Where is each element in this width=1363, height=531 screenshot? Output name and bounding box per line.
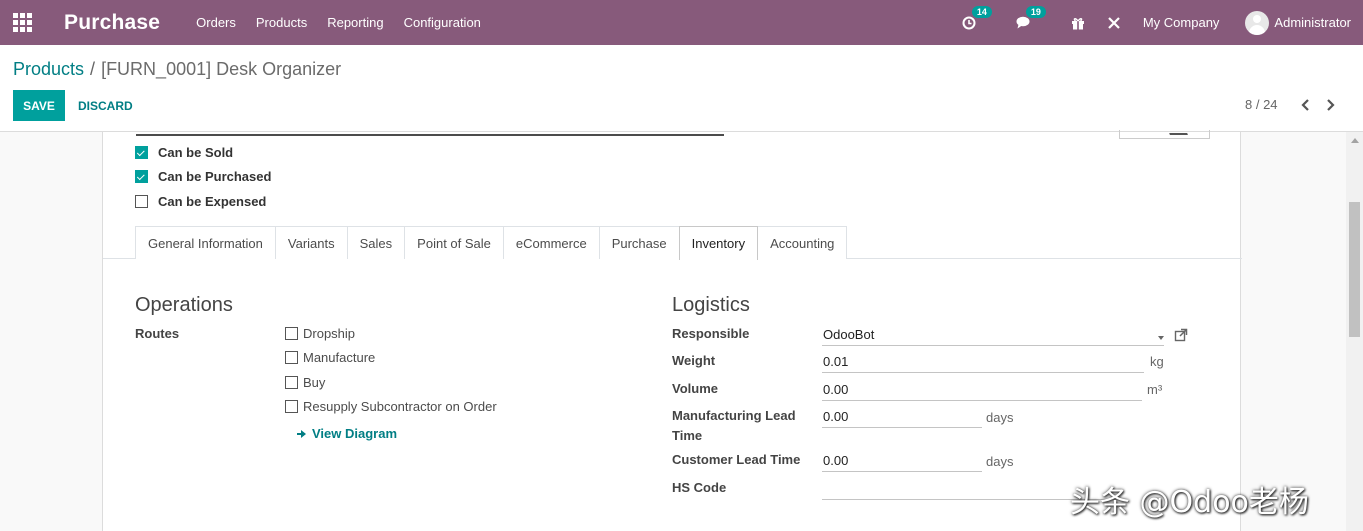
route-manufacture-label: Manufacture	[303, 350, 376, 365]
logistics-title: Logistics	[672, 294, 750, 316]
apps-grid-icon[interactable]	[0, 0, 44, 45]
menu-reporting[interactable]: Reporting	[327, 15, 383, 30]
external-link-icon[interactable]	[1174, 328, 1188, 342]
can-be-expensed-checkbox[interactable]	[135, 195, 148, 208]
volume-label: Volume	[672, 381, 718, 396]
main-menu: Orders Products Reporting Configuration	[196, 15, 501, 30]
tab-inventory[interactable]: Inventory	[678, 226, 759, 260]
view-diagram-label: View Diagram	[312, 426, 398, 441]
route-resupply-subcontractor-checkbox[interactable]	[285, 400, 298, 413]
breadcrumb: Products / [FURN_0001] Desk Organizer	[13, 59, 341, 80]
route-buy-label: Buy	[303, 375, 326, 390]
hs-code-input[interactable]	[822, 478, 1112, 500]
tab-variants[interactable]: Variants	[274, 226, 348, 259]
activity-count-badge: 14	[971, 5, 992, 18]
clock-icon	[962, 16, 976, 29]
avatar	[1245, 10, 1270, 35]
breadcrumb-products-link[interactable]: Products	[13, 59, 84, 79]
can-be-purchased-checkbox-row[interactable]: Can be Purchased	[135, 169, 271, 184]
route-manufacture-checkbox[interactable]	[285, 351, 298, 364]
route-dropship[interactable]: Dropship	[285, 326, 355, 341]
route-manufacture[interactable]: Manufacture	[285, 350, 375, 365]
tab-general-information[interactable]: General Information	[135, 226, 276, 259]
top-navbar: Purchase Orders Products Reporting Confi…	[0, 0, 1363, 45]
volume-input[interactable]: 0.00	[822, 379, 1142, 401]
route-resupply-subcontractor-label: Resupply Subcontractor on Order	[303, 399, 497, 414]
control-panel: Products / [FURN_0001] Desk Organizer SAVE…	[0, 45, 1363, 132]
dropdown-caret-icon[interactable]	[1158, 336, 1164, 340]
routes-label: Routes	[135, 326, 180, 341]
customer-lead-time-unit: days	[986, 454, 1014, 469]
weight-unit: kg	[1150, 354, 1164, 369]
can-be-expensed-label: Can be Expensed	[158, 194, 267, 209]
tab-ecommerce[interactable]: eCommerce	[502, 226, 600, 259]
systray: 14 19 My Company Administrator	[962, 0, 1363, 45]
scroll-thumb[interactable]	[1349, 202, 1360, 337]
watermark: 头条 @Odoo老杨	[1070, 485, 1309, 520]
route-buy[interactable]: Buy	[285, 375, 325, 390]
scrollbar[interactable]	[1346, 132, 1363, 531]
pager-value[interactable]: 8 / 24	[1245, 97, 1278, 112]
manufacturing-lead-time-label-line2: Time	[672, 428, 703, 443]
manufacturing-lead-time-unit: days	[986, 410, 1014, 425]
tab-point-of-sale[interactable]: Point of Sale	[404, 226, 504, 259]
manufacturing-lead-time-input[interactable]: 0.00	[822, 406, 982, 428]
route-resupply-subcontractor[interactable]: Resupply Subcontractor on Order	[285, 399, 497, 414]
breadcrumb-separator: /	[90, 59, 96, 79]
manufacturing-lead-time-label: Manufacturing Lead Time	[672, 406, 796, 446]
route-dropship-label: Dropship	[303, 326, 356, 341]
debug-icon[interactable]	[1107, 16, 1121, 30]
company-switcher[interactable]: My Company	[1143, 15, 1220, 30]
breadcrumb-current: [FURN_0001] Desk Organizer	[101, 59, 342, 79]
tab-accounting[interactable]: Accounting	[757, 226, 848, 259]
responsible-label: Responsible	[672, 326, 750, 341]
arrow-right-icon	[297, 429, 307, 439]
menu-configuration[interactable]: Configuration	[404, 15, 481, 30]
save-button[interactable]: SAVE	[13, 90, 65, 121]
operations-title: Operations	[135, 294, 233, 316]
activity-button[interactable]: 14	[962, 5, 992, 30]
can-be-sold-label: Can be Sold	[158, 145, 234, 160]
product-image[interactable]	[1119, 130, 1210, 139]
view-diagram-button[interactable]: View Diagram	[297, 426, 397, 441]
weight-label: Weight	[672, 353, 716, 368]
weight-input[interactable]: 0.01	[822, 351, 1144, 373]
manufacturing-lead-time-label-line1: Manufacturing Lead	[672, 408, 796, 423]
chevron-right-icon[interactable]	[1325, 97, 1337, 113]
notebook-tabs: General Information Variants Sales Point…	[135, 226, 848, 260]
messages-count-badge: 19	[1025, 6, 1046, 18]
can-be-sold-checkbox-row[interactable]: Can be Sold	[135, 145, 233, 160]
scroll-up-arrow-icon[interactable]	[1351, 138, 1359, 143]
chat-icon	[1016, 16, 1030, 29]
hs-code-label: HS Code	[672, 480, 727, 495]
can-be-purchased-label: Can be Purchased	[158, 169, 272, 184]
route-dropship-checkbox[interactable]	[285, 327, 298, 340]
gift-icon[interactable]	[1071, 16, 1085, 30]
can-be-sold-checkbox[interactable]	[135, 146, 148, 159]
menu-orders[interactable]: Orders	[196, 15, 236, 30]
customer-lead-time-input[interactable]: 0.00	[822, 450, 982, 472]
can-be-purchased-checkbox[interactable]	[135, 170, 148, 183]
volume-unit: m³	[1147, 382, 1163, 397]
form-sheet: Can be Sold Can be Purchased Can be Expe…	[102, 130, 1242, 531]
tab-purchase[interactable]: Purchase	[598, 226, 680, 259]
responsible-input[interactable]: OdooBot	[822, 324, 1164, 346]
chevron-left-icon[interactable]	[1299, 97, 1311, 113]
can-be-expensed-checkbox-row[interactable]: Can be Expensed	[135, 194, 266, 209]
menu-products[interactable]: Products	[256, 15, 307, 30]
route-buy-checkbox[interactable]	[285, 376, 298, 389]
product-name-field-underline[interactable]	[136, 134, 724, 136]
app-name[interactable]: Purchase	[64, 11, 160, 35]
tab-sales[interactable]: Sales	[346, 226, 406, 259]
discard-button[interactable]: DISCARD	[78, 90, 133, 121]
customer-lead-time-label: Customer Lead Time	[672, 452, 801, 467]
messages-button[interactable]: 19	[1016, 6, 1046, 29]
user-name: Administrator	[1274, 15, 1351, 30]
user-menu[interactable]: Administrator	[1245, 10, 1351, 35]
